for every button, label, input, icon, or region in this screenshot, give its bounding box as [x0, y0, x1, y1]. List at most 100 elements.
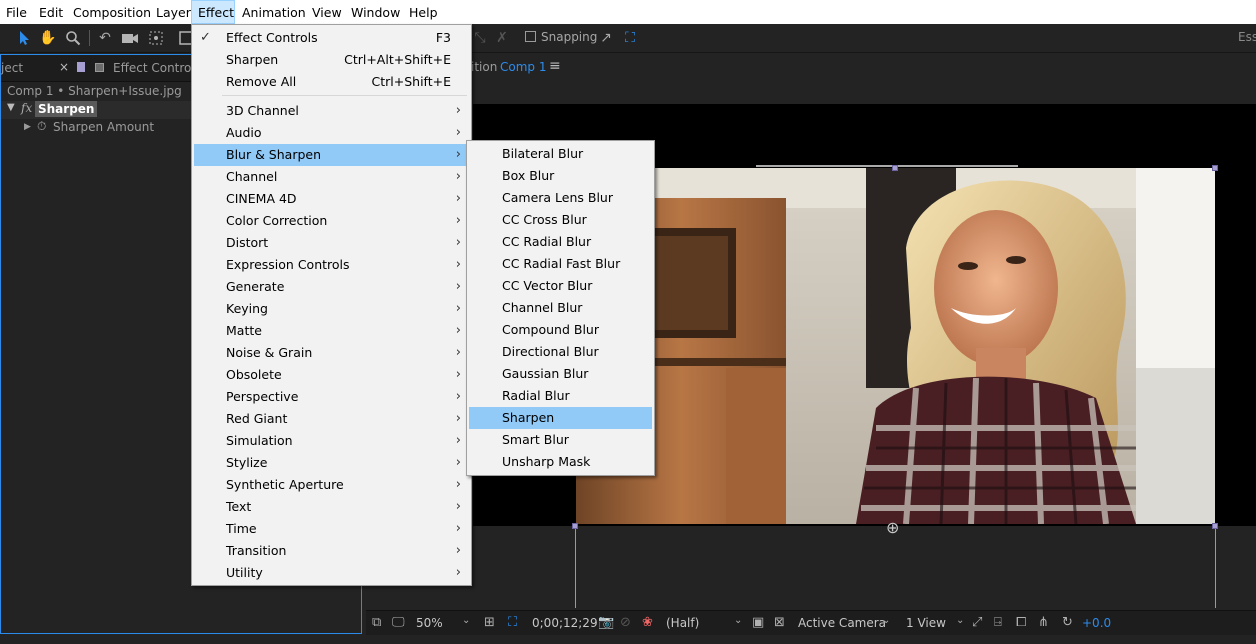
transparency-grid-icon[interactable]: ⊠: [774, 615, 785, 630]
zoom-tool-icon[interactable]: [63, 28, 83, 48]
comp-tab-title[interactable]: ition: [471, 60, 497, 74]
stopwatch-icon[interactable]: ⏱: [37, 119, 46, 134]
menu-item-blur-sharpen[interactable]: Blur & Sharpen ›: [194, 144, 469, 166]
chevron-down-icon[interactable]: ⌄: [734, 615, 742, 626]
submenu-item-camera-lens-blur[interactable]: Camera Lens Blur: [469, 187, 652, 209]
region-of-interest-icon[interactable]: ⛶: [508, 615, 517, 630]
menu-item-channel[interactable]: Channel ›: [194, 166, 469, 188]
menu-item-remove-all[interactable]: Remove All Ctrl+Shift+E: [194, 71, 469, 93]
menu-item-color-correction[interactable]: Color Correction ›: [194, 210, 469, 232]
hamburger-icon[interactable]: ≡: [549, 58, 561, 74]
submenu-item-gaussian-blur[interactable]: Gaussian Blur: [469, 363, 652, 385]
menu-composition[interactable]: Composition: [73, 0, 151, 24]
resolution-dropdown[interactable]: (Half): [666, 616, 699, 630]
menu-item-obsolete[interactable]: Obsolete ›: [194, 364, 469, 386]
chevron-down-icon[interactable]: ⌄: [956, 615, 964, 626]
submenu-item-directional-blur[interactable]: Directional Blur: [469, 341, 652, 363]
expand-arrow-icon[interactable]: ▼: [7, 102, 15, 113]
menu-file[interactable]: File: [6, 0, 27, 24]
lock-icon[interactable]: [95, 63, 104, 72]
zoom-dropdown[interactable]: 50%: [416, 616, 443, 630]
handle-bottom-right[interactable]: [1212, 523, 1218, 529]
rotate-tool-icon[interactable]: ↶: [95, 28, 115, 48]
selection-tool-icon[interactable]: [14, 28, 34, 48]
menu-item-matte[interactable]: Matte ›: [194, 320, 469, 342]
panel-menu-icon[interactable]: [77, 62, 85, 72]
handle-bottom-left[interactable]: [572, 523, 578, 529]
menu-item-text[interactable]: Text ›: [194, 496, 469, 518]
always-preview-icon[interactable]: ⧉: [372, 615, 381, 630]
submenu-item-bilateral-blur[interactable]: Bilateral Blur: [469, 143, 652, 165]
fit-icon[interactable]: ⊞: [484, 615, 495, 630]
menu-item-red-giant[interactable]: Red Giant ›: [194, 408, 469, 430]
puppet-tool-icon[interactable]: ⤡: [470, 28, 490, 48]
handle-top-right[interactable]: [1212, 165, 1218, 171]
menu-item-effect-controls[interactable]: ✓ Effect Controls F3: [194, 27, 469, 49]
timeline-icon[interactable]: ⍈: [994, 615, 1002, 630]
monitor-icon[interactable]: 🖵: [392, 615, 405, 630]
menu-item-stylize[interactable]: Stylize ›: [194, 452, 469, 474]
menu-edit[interactable]: Edit: [39, 0, 63, 24]
workspace-label[interactable]: Ess: [1238, 30, 1256, 44]
menu-item-cinema-4d[interactable]: CINEMA 4D ›: [194, 188, 469, 210]
submenu-item-cc-vector-blur[interactable]: CC Vector Blur: [469, 275, 652, 297]
submenu-item-cc-radial-blur[interactable]: CC Radial Blur: [469, 231, 652, 253]
chevron-down-icon[interactable]: ⌄: [882, 615, 890, 626]
channel-icon[interactable]: ❀: [642, 615, 653, 630]
property-expand-icon[interactable]: ▶: [24, 122, 31, 132]
menu-effect[interactable]: Effect: [191, 0, 235, 24]
menu-help[interactable]: Help: [409, 0, 438, 24]
menu-item-distort[interactable]: Distort ›: [194, 232, 469, 254]
effect-name[interactable]: Sharpen: [35, 101, 98, 117]
menu-item-3d-channel[interactable]: 3D Channel ›: [194, 100, 469, 122]
layer-image[interactable]: [576, 168, 1215, 524]
close-tab-icon[interactable]: ×: [59, 60, 69, 74]
submenu-item-compound-blur[interactable]: Compound Blur: [469, 319, 652, 341]
submenu-item-unsharp-mask[interactable]: Unsharp Mask: [469, 451, 652, 473]
submenu-item-radial-blur[interactable]: Radial Blur: [469, 385, 652, 407]
submenu-item-smart-blur[interactable]: Smart Blur: [469, 429, 652, 451]
project-tab[interactable]: ject: [1, 61, 23, 75]
menu-window[interactable]: Window: [351, 0, 400, 24]
exposure-value[interactable]: +0.0: [1082, 616, 1111, 630]
pan-behind-tool-icon[interactable]: [146, 28, 166, 48]
menu-item-simulation[interactable]: Simulation ›: [194, 430, 469, 452]
menu-item-keying[interactable]: Keying ›: [194, 298, 469, 320]
submenu-item-box-blur[interactable]: Box Blur: [469, 165, 652, 187]
comp-name-link[interactable]: Comp 1: [500, 60, 546, 74]
menu-item-noise-grain[interactable]: Noise & Grain ›: [194, 342, 469, 364]
flowchart-icon[interactable]: ⋔: [1038, 615, 1049, 630]
pin-tool-icon[interactable]: ✗: [492, 28, 512, 48]
show-snapshot-icon[interactable]: ⊘: [620, 615, 631, 630]
snapping-checkbox[interactable]: [525, 31, 536, 42]
menu-item-expression-controls[interactable]: Expression Controls ›: [194, 254, 469, 276]
chevron-down-icon[interactable]: ⌄: [462, 615, 470, 626]
timecode[interactable]: 0;00;12;29: [532, 616, 598, 630]
submenu-item-cc-cross-blur[interactable]: CC Cross Blur: [469, 209, 652, 231]
submenu-item-cc-radial-fast-blur[interactable]: CC Radial Fast Blur: [469, 253, 652, 275]
menu-view[interactable]: View: [312, 0, 342, 24]
submenu-item-sharpen[interactable]: Sharpen: [469, 407, 652, 429]
menu-layer[interactable]: Layer: [156, 0, 191, 24]
menu-item-sharpen[interactable]: Sharpen Ctrl+Alt+Shift+E: [194, 49, 469, 71]
camera-dropdown[interactable]: Active Camera: [798, 616, 886, 630]
snap-options-icon[interactable]: ↗: [596, 28, 616, 48]
toggle-pixel-aspect-icon[interactable]: ⤢: [972, 615, 982, 630]
menu-item-synthetic-aperture[interactable]: Synthetic Aperture ›: [194, 474, 469, 496]
effect-controls-tab[interactable]: Effect Controls: [113, 61, 201, 75]
anchor-point-icon[interactable]: ⊕: [886, 518, 899, 537]
menu-item-transition[interactable]: Transition ›: [194, 540, 469, 562]
snap-feature-icon[interactable]: ⛶: [620, 28, 640, 48]
submenu-item-channel-blur[interactable]: Channel Blur: [469, 297, 652, 319]
views-dropdown[interactable]: 1 View: [906, 616, 946, 630]
camera-tool-icon[interactable]: [120, 28, 140, 48]
reset-exposure-icon[interactable]: ↻: [1062, 615, 1073, 630]
menu-animation[interactable]: Animation: [242, 0, 306, 24]
snapshot-icon[interactable]: 📷: [598, 615, 614, 630]
menu-item-time[interactable]: Time ›: [194, 518, 469, 540]
hand-tool-icon[interactable]: ✋: [38, 28, 58, 48]
menu-item-utility[interactable]: Utility ›: [194, 562, 469, 584]
menu-item-audio[interactable]: Audio ›: [194, 122, 469, 144]
fx-toggle[interactable]: fx: [21, 101, 32, 115]
comp-flowchart-icon[interactable]: ⧠: [1016, 615, 1026, 630]
